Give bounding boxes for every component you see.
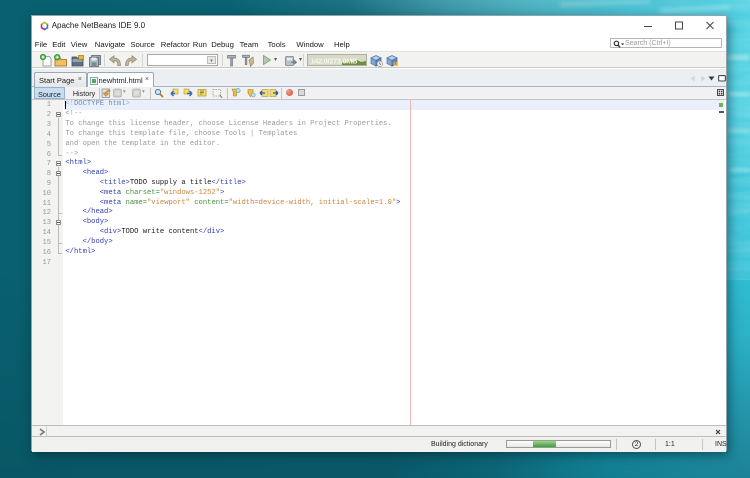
svg-text:142.0/273.0MB: 142.0/273.0MB — [311, 57, 358, 66]
